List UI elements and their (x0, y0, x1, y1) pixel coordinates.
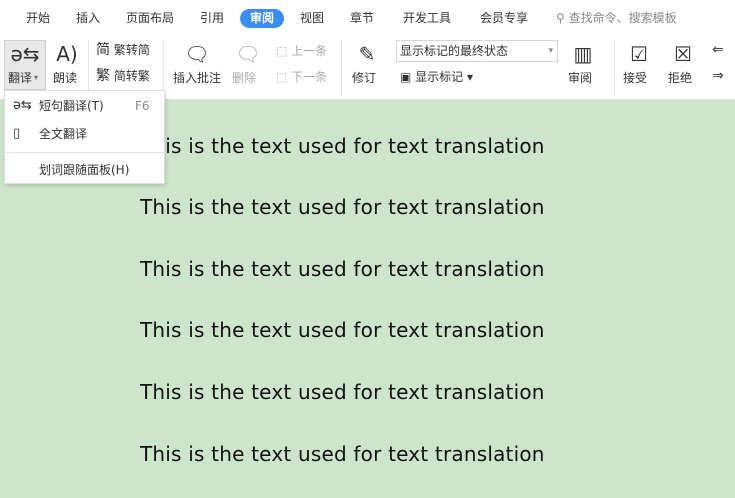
trad-simp-icon: 简 (96, 42, 110, 58)
tab-chapter[interactable]: 章节 (350, 9, 374, 28)
search-box[interactable]: ⚲ 查找命令、搜索模板 (556, 9, 677, 28)
delete-comment-button[interactable]: 删除 (232, 70, 256, 86)
simp-to-trad-button[interactable]: 繁 简转繁 (96, 68, 150, 84)
comment-delete-icon: 🗨 (235, 42, 261, 66)
translate-icon: ə⇆ (13, 98, 32, 113)
tab-page-layout[interactable]: 页面布局 (126, 9, 174, 28)
text-line: This is the text used for text translati… (140, 257, 545, 281)
next-change-icon[interactable]: ⇒ (712, 68, 724, 84)
prev-change-icon[interactable]: ⇐ (712, 42, 724, 58)
tab-references[interactable]: 引用 (200, 9, 224, 28)
text-line: This is the text used for text translati… (140, 318, 545, 342)
revise-icon: ✎ (358, 42, 376, 66)
accept-icon: ☑ (630, 42, 648, 66)
tab-insert[interactable]: 插入 (76, 9, 100, 28)
read-aloud-icon: A) (56, 42, 78, 66)
menu-item-word-panel[interactable]: 划词跟随面板(H) (5, 158, 164, 182)
accept-button[interactable]: 接受 (623, 70, 647, 86)
translate-icon: ə⇆ (10, 42, 40, 66)
tab-home[interactable]: 开始 (26, 9, 50, 28)
trad-to-simp-button[interactable]: 简 繁转简 (96, 42, 150, 58)
revise-button[interactable]: 修订 (352, 70, 376, 86)
text-line: This is the text used for text translati… (140, 442, 545, 466)
comment-add-icon: 🗨 (184, 42, 210, 66)
show-markup-button[interactable]: ▣ 显示标记 ▾ (400, 69, 473, 85)
menu-item-full-translate[interactable]: ▯ 全文翻译 (5, 122, 164, 146)
translate-dropdown-menu: ə⇆ 短句翻译(T) F6 ▯ 全文翻译 划词跟随面板(H) (4, 90, 165, 184)
text-line: This is the text used for text translati… (140, 195, 545, 219)
reject-button[interactable]: 拒绝 (668, 70, 692, 86)
search-placeholder: 查找命令、搜索模板 (568, 11, 677, 25)
review-pane-button[interactable]: 审阅 (568, 70, 592, 86)
shortcut-label: F6 (135, 99, 150, 113)
markup-icon: ▣ (400, 70, 412, 84)
translate-label: 翻译 (8, 71, 33, 85)
tab-developer[interactable]: 开发工具 (403, 9, 451, 28)
prev-comment-button[interactable]: ⬚ 上一条 (276, 43, 327, 59)
tab-review[interactable]: 审阅 (240, 9, 285, 28)
search-icon: ⚲ (556, 11, 565, 25)
tab-view[interactable]: 视图 (300, 9, 324, 28)
chevron-down-icon: ▾ (548, 46, 553, 56)
menu-item-sentence-translate[interactable]: ə⇆ 短句翻译(T) F6 (5, 94, 164, 118)
text-line: This is the text used for text translati… (140, 134, 545, 158)
read-aloud-button[interactable]: 朗读 (53, 70, 77, 86)
tab-member[interactable]: 会员专享 (480, 9, 528, 28)
reject-icon: ☒ (674, 42, 692, 66)
insert-comment-button[interactable]: 插入批注 (173, 70, 221, 86)
review-pane-icon: ▥ (573, 42, 593, 66)
simp-trad-icon: 繁 (96, 68, 110, 84)
tab-bar: 开始 插入 页面布局 引用 审阅 视图 章节 开发工具 会员专享 ⚲ 查找命令、… (0, 0, 735, 36)
text-line: This is the text used for text translati… (140, 380, 545, 404)
markup-mode-select[interactable]: 显示标记的最终状态 ▾ (396, 40, 558, 62)
document-translate-icon: ▯ (13, 126, 21, 141)
menu-divider (5, 152, 164, 153)
next-comment-button[interactable]: ⬚ 下一条 (276, 69, 327, 85)
